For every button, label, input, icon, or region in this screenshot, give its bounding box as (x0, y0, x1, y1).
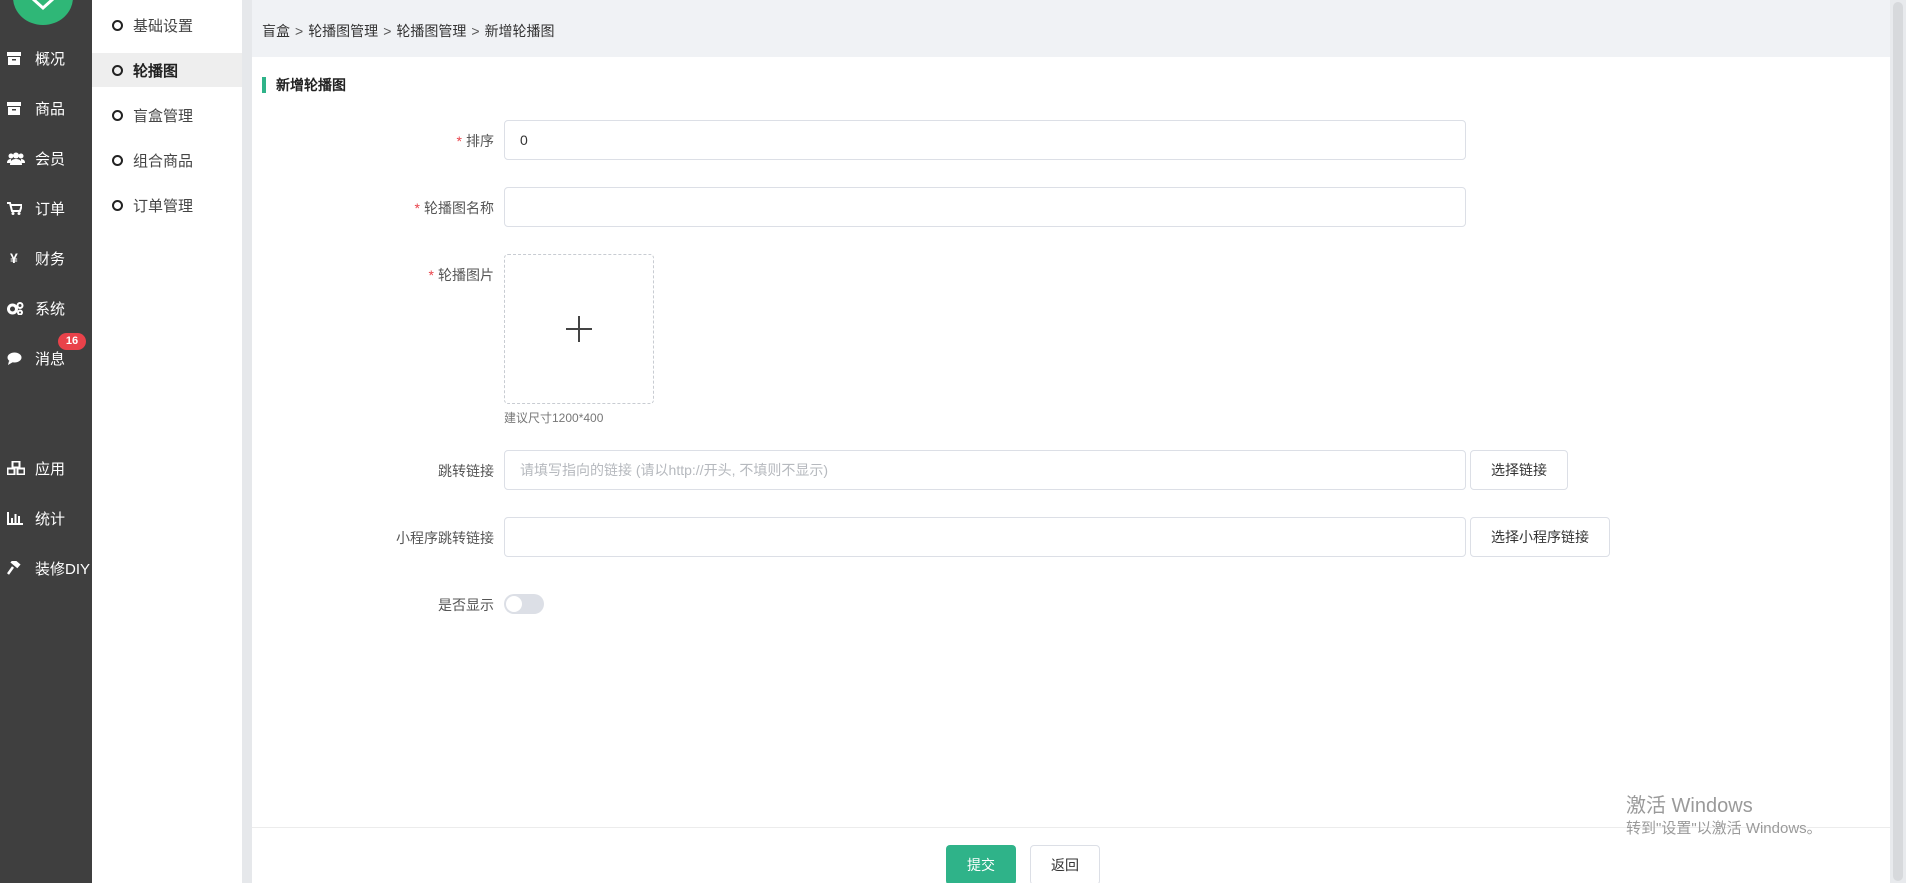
submenu-item-carousel[interactable]: 轮播图 (92, 53, 242, 87)
nav-label: 订单 (35, 200, 66, 218)
sort-label-text: 排序 (466, 133, 494, 149)
watermark-title: 激活 Windows (1626, 795, 1753, 817)
bar-chart-icon (7, 511, 29, 525)
jump-link-placeholder: 请填写指向的链接 (请以http://开头, 不填则不显示) (520, 462, 829, 478)
nav-label: 会员 (35, 150, 66, 168)
carousel-image-label-text: 轮播图片 (438, 267, 494, 283)
nav-item-orders[interactable]: 订单 (0, 193, 92, 223)
required-mark: * (428, 267, 434, 283)
submenu-label: 组合商品 (133, 152, 194, 170)
submenu-label: 盲盒管理 (133, 107, 194, 125)
image-size-hint: 建议尺寸1200*400 (504, 411, 604, 425)
required-mark: * (414, 200, 420, 216)
breadcrumb-separator: > (295, 22, 304, 39)
windows-activation-watermark: 激活 Windows 转到"设置"以激活 Windows。 (1626, 793, 1822, 839)
vertical-scrollbar[interactable] (1890, 0, 1906, 883)
select-link-button[interactable]: 选择链接 (1470, 450, 1568, 490)
breadcrumb: 盲盒 > 轮播图管理 > 轮播图管理 > 新增轮播图 (252, 4, 1890, 57)
jump-link-input[interactable]: 请填写指向的链接 (请以http://开头, 不填则不显示) (504, 450, 1466, 490)
nav-label: 装修DIY (35, 560, 91, 578)
box-icon (7, 51, 29, 65)
submenu-item-combo-products[interactable]: 组合商品 (92, 143, 242, 177)
nav-item-overview[interactable]: 概况 (0, 43, 92, 73)
carousel-name-label-text: 轮播图名称 (424, 200, 494, 216)
page-title: 新增轮播图 (276, 77, 346, 93)
show-toggle-label: 是否显示 (438, 597, 494, 613)
main-sidebar: 概况 商品 会员 订单 ¥ 财务 系统 消息 16 应用 统计 装修DIY (0, 0, 92, 883)
submenu-label: 轮播图 (133, 62, 179, 80)
users-icon (7, 152, 29, 165)
circle-icon (112, 64, 123, 76)
breadcrumb-current: 新增轮播图 (484, 22, 555, 39)
image-upload-box[interactable] (504, 254, 654, 404)
chat-icon (7, 352, 29, 365)
nav-label: 商品 (35, 100, 66, 118)
nav-item-decoration[interactable]: 装修DIY (0, 553, 92, 583)
breadcrumb-separator: > (471, 22, 480, 39)
nav-label: 系统 (35, 300, 66, 318)
nav-item-products[interactable]: 商品 (0, 93, 92, 123)
carousel-name-input[interactable] (504, 187, 1466, 227)
circle-icon (112, 154, 123, 166)
nav-label: 应用 (35, 460, 66, 478)
nav-item-apps[interactable]: 应用 (0, 453, 92, 483)
breadcrumb-separator: > (383, 22, 392, 39)
box-icon (7, 101, 29, 115)
plus-icon (566, 316, 592, 342)
submenu-label: 订单管理 (133, 197, 194, 215)
nav-item-finance[interactable]: ¥ 财务 (0, 243, 92, 273)
breadcrumb-item[interactable]: 轮播图管理 (396, 21, 466, 41)
back-button[interactable]: 返回 (1030, 845, 1100, 883)
title-accent-bar (262, 77, 266, 93)
layout-divider (242, 0, 252, 883)
mini-program-link-input[interactable] (504, 517, 1466, 557)
submit-button[interactable]: 提交 (946, 845, 1016, 883)
sort-value: 0 (520, 132, 528, 148)
circle-icon (112, 19, 123, 31)
submenu-label: 基础设置 (133, 17, 194, 35)
submenu-item-order-manage[interactable]: 订单管理 (92, 188, 242, 222)
sort-label: * 排序 (254, 131, 494, 151)
nav-label: 统计 (35, 510, 66, 528)
section-title: 新增轮播图 (262, 77, 346, 93)
circle-icon (112, 109, 123, 121)
watermark-subtitle: 转到"设置"以激活 Windows。 (1626, 820, 1822, 837)
nav-item-stats[interactable]: 统计 (0, 503, 92, 533)
yen-icon: ¥ (10, 250, 18, 266)
breadcrumb-item[interactable]: 轮播图管理 (308, 21, 378, 41)
scrollbar-thumb[interactable] (1893, 2, 1903, 881)
required-mark: * (456, 133, 462, 149)
form-panel: 新增轮播图 * 排序 0 * 轮播图名称 * 轮播图片 建议尺寸1200*400 跳转… (252, 57, 1890, 883)
cubes-icon (7, 461, 29, 475)
toggle-knob (506, 596, 522, 612)
app-logo[interactable] (13, 0, 73, 25)
circle-icon (112, 199, 123, 211)
submenu-item-basic-settings[interactable]: 基础设置 (92, 8, 242, 42)
jump-link-label: 跳转链接 (438, 463, 494, 479)
mini-program-link-label: 小程序跳转链接 (396, 530, 494, 546)
show-toggle[interactable] (504, 594, 544, 614)
select-mini-program-link-button[interactable]: 选择小程序链接 (1470, 517, 1610, 557)
carousel-image-label: * 轮播图片 (254, 265, 494, 285)
nav-label: 概况 (35, 50, 66, 68)
submenu-item-blindbox-manage[interactable]: 盲盒管理 (92, 98, 242, 132)
message-count-badge: 16 (58, 333, 86, 350)
breadcrumb-item[interactable]: 盲盒 (262, 21, 290, 41)
gears-icon (7, 301, 29, 315)
nav-label: 消息 (35, 350, 66, 368)
hammer-icon (7, 561, 29, 575)
carousel-name-label: * 轮播图名称 (254, 198, 494, 218)
nav-label: 财务 (35, 250, 66, 268)
nav-item-members[interactable]: 会员 (0, 143, 92, 173)
sort-input[interactable]: 0 (504, 120, 1466, 160)
sub-menu: 基础设置 轮播图 盲盒管理 组合商品 订单管理 (92, 0, 242, 883)
nav-item-system[interactable]: 系统 (0, 293, 92, 323)
cart-icon (7, 201, 29, 215)
